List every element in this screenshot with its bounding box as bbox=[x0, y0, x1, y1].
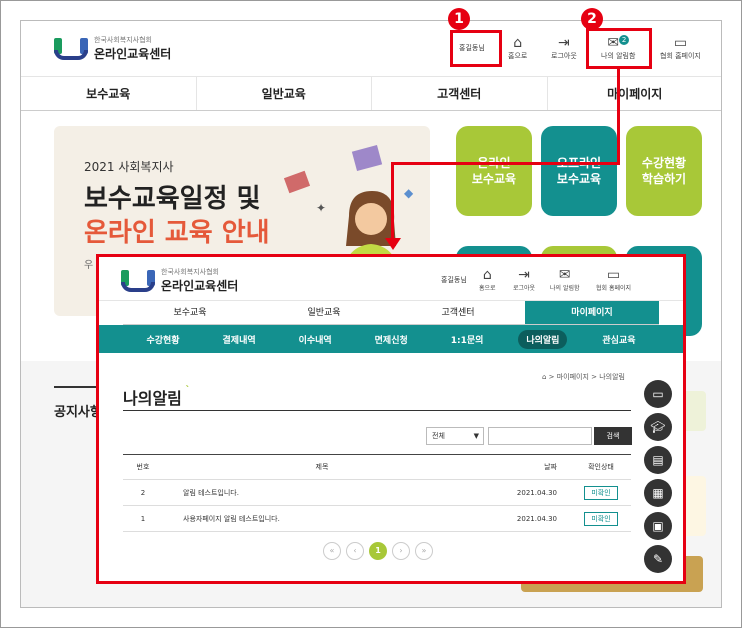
banner-text: 우 bbox=[84, 260, 94, 271]
nav-item-training[interactable]: 보수교육 bbox=[21, 77, 197, 110]
book-icon bbox=[283, 170, 311, 194]
video-icon bbox=[351, 144, 383, 172]
callout-box-overlay bbox=[96, 254, 686, 584]
arrow-head-icon bbox=[385, 238, 401, 250]
tile-online-label: 온라인 보수교육 bbox=[471, 156, 517, 186]
connector-vertical-2 bbox=[391, 162, 394, 244]
tile-online-training[interactable]: 온라인 보수교육 bbox=[456, 126, 532, 216]
logo-mark-icon bbox=[54, 37, 88, 60]
callout-number-1: 1 bbox=[448, 8, 470, 30]
banner-year: 2021 사회복지사 bbox=[84, 160, 174, 174]
home-link[interactable]: ⌂ 홈으로 bbox=[508, 35, 527, 61]
callout-number-2: 2 bbox=[581, 8, 603, 30]
sparkle-icon: ✦ bbox=[316, 201, 327, 215]
nav-item-mypage[interactable]: 마이페이지 bbox=[548, 77, 722, 110]
logout-label: 로그아웃 bbox=[551, 52, 577, 60]
association-label: 협회 홈페이지 bbox=[660, 52, 701, 60]
home-icon: ⌂ bbox=[513, 35, 523, 51]
logo-title: 온라인교육센터 bbox=[94, 47, 172, 61]
callout-box-user bbox=[450, 30, 502, 67]
association-link[interactable]: ▭ 협회 홈페이지 bbox=[660, 35, 701, 61]
logout-link[interactable]: ⇥ 로그아웃 bbox=[551, 35, 577, 61]
tag-icon: ◆ bbox=[404, 186, 414, 200]
site-logo[interactable]: 한국사회복지사협회 온라인교육센터 bbox=[54, 35, 171, 62]
nav-item-general[interactable]: 일반교육 bbox=[197, 77, 372, 110]
monitor-icon: ▭ bbox=[673, 35, 688, 51]
banner-subtitle: 온라인 교육 안내 bbox=[84, 218, 270, 248]
tile-offline-training[interactable]: 오프라인 보수교육 bbox=[541, 126, 617, 216]
notice-title[interactable]: 공지사항 bbox=[54, 401, 102, 420]
logout-icon: ⇥ bbox=[558, 35, 570, 51]
nav-item-support[interactable]: 고객센터 bbox=[372, 77, 548, 110]
home-label: 홈으로 bbox=[508, 52, 528, 60]
tile-study-label: 수강현황 학습하기 bbox=[641, 156, 687, 186]
logo-subtitle: 한국사회복지사협회 bbox=[94, 36, 152, 44]
tile-offline-label: 오프라인 보수교육 bbox=[556, 156, 602, 186]
banner-title: 보수교육일정 및 bbox=[84, 184, 261, 214]
callout-box-notifications bbox=[586, 28, 652, 69]
tile-study-status[interactable]: 수강현황 학습하기 bbox=[626, 126, 702, 216]
connector-horizontal bbox=[391, 162, 620, 165]
connector-vertical-1 bbox=[617, 68, 620, 164]
